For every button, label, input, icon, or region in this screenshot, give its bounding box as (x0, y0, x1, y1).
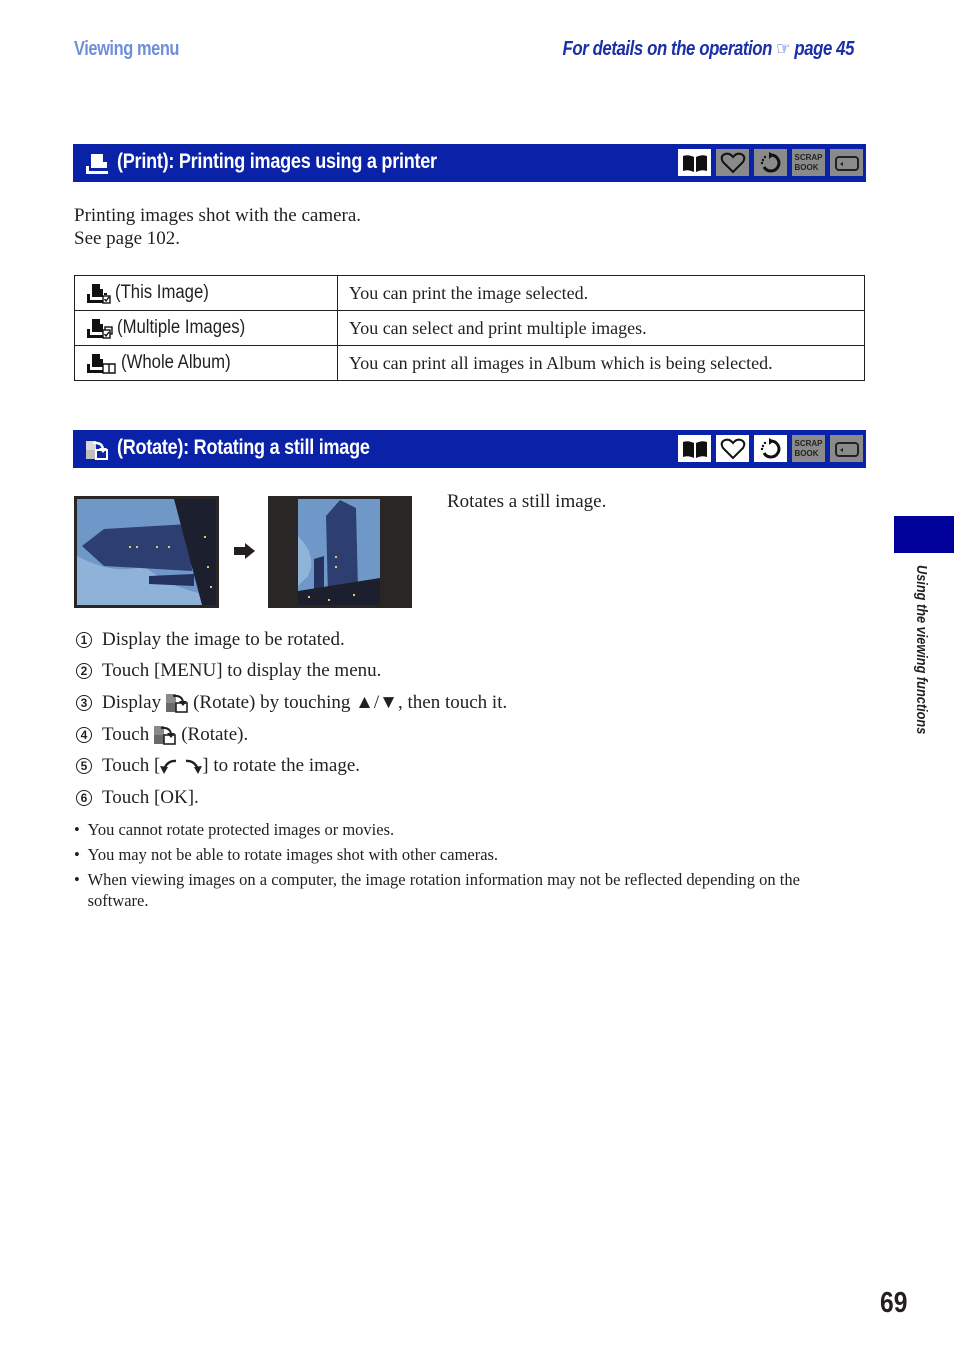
print-whole-album-icon (87, 354, 116, 374)
step: 5 Touch [ ] to rotate the image. (76, 750, 507, 782)
step-number: 1 (76, 631, 92, 648)
step: 1 Display the image to be rotated. (76, 624, 507, 656)
option-cell: (Multiple Images) (74, 310, 338, 346)
step: 4 Touch (Rotate). (76, 719, 507, 751)
internal-memory-mode-icon (830, 149, 863, 176)
print-icon (86, 154, 108, 174)
print-section-title: (Print): Printing images using a printer (117, 150, 437, 173)
print-options-table: (This Image) You can print the image sel… (74, 275, 865, 381)
note-item: • You may not be able to rotate images sh… (74, 844, 840, 865)
option-description: You can print the image selected. (337, 275, 865, 311)
option-cell: (Whole Album) (74, 345, 338, 381)
print-section-bar: (Print): Printing images using a printer… (73, 144, 866, 182)
option-label: (This Image) (115, 282, 209, 303)
favorites-mode-icon (716, 149, 749, 176)
table-row: (This Image) You can print the image sel… (74, 275, 865, 311)
internal-memory-mode-icon (830, 435, 863, 462)
print-multiple-images-icon (87, 319, 113, 339)
note-item: • When viewing images on a computer, the … (74, 869, 840, 911)
step-text-post: (Rotate) by touching ▲/▼, then touch it. (193, 691, 508, 713)
step-number: 4 (76, 726, 92, 743)
note-text: You may not be able to rotate images sho… (87, 845, 499, 864)
rotate-icon (166, 693, 188, 713)
album-mode-icon (678, 149, 711, 176)
page-number: 69 (880, 1287, 908, 1319)
rotate-steps: 1 Display the image to be rotated. 2 Tou… (76, 624, 507, 814)
step-text-post: ] to rotate the image. (202, 755, 361, 777)
pointing-hand-icon: ☞ (776, 39, 791, 60)
chapter-label: Using the viewing functions (912, 565, 932, 795)
rotate-section-bar: (Rotate): Rotating a still image SCRAP BO… (73, 430, 866, 468)
step-number: 6 (76, 789, 92, 806)
favorites-mode-icon (716, 435, 749, 462)
original-image-thumbnail (74, 496, 219, 608)
step-text-pre: Touch (102, 723, 150, 745)
album-mode-icon (678, 435, 711, 462)
step-number: 3 (76, 694, 92, 711)
step: 3 Display (Rotate) by touching ▲/▼, then… (76, 687, 507, 719)
rotate-left-right-arrows-icon (160, 759, 203, 775)
step-text-pre: Touch [ (102, 755, 161, 777)
details-page-link[interactable]: page 45 (794, 38, 854, 60)
note-item: • You cannot rotate protected images or m… (74, 819, 840, 840)
option-label: (Whole Album) (121, 352, 231, 373)
option-label: (Multiple Images) (117, 317, 246, 338)
details-reference[interactable]: For details on the operation ☞ page 45 (562, 38, 855, 61)
step-text-post: (Rotate). (181, 723, 249, 745)
print-this-image-icon (87, 284, 111, 304)
rotate-icon (86, 441, 108, 460)
bullet-icon: • (74, 820, 80, 839)
step-number: 2 (76, 663, 92, 680)
print-intro: Printing images shot with the camera. Se… (74, 204, 361, 250)
note-text: You cannot rotate protected images or mo… (87, 820, 395, 839)
step-number: 5 (76, 758, 92, 775)
print-intro-line1: Printing images shot with the camera. (74, 205, 362, 226)
option-description: You can print all images in Album which … (337, 345, 865, 381)
bullet-icon: • (74, 845, 80, 864)
step-text-pre: Display (102, 691, 162, 713)
chapter-tab-marker (894, 516, 954, 553)
table-row: (Whole Album) You can print all images i… (74, 345, 865, 381)
note-text: When viewing images on a computer, the i… (87, 870, 800, 910)
print-intro-line2: See page 102. (74, 228, 181, 249)
step: 6 Touch [OK]. (76, 782, 507, 814)
option-cell: (This Image) (74, 275, 338, 311)
step-text: Touch [OK]. (102, 786, 199, 808)
mode-icons: SCRAP BOOK (678, 435, 863, 462)
history-mode-icon (754, 435, 787, 462)
rotate-notes: • You cannot rotate protected images or m… (74, 819, 840, 915)
scrapbook-mode-icon: SCRAP BOOK (792, 435, 825, 462)
rotate-section-title: (Rotate): Rotating a still image (117, 436, 370, 459)
right-arrow-icon (234, 543, 255, 559)
step: 2 Touch [MENU] to display the menu. (76, 656, 507, 688)
chapter-label-text: Using the viewing functions (913, 565, 930, 735)
option-description: You can select and print multiple images… (337, 310, 865, 346)
rotate-description: Rotates a still image. (447, 491, 607, 512)
bullet-icon: • (74, 870, 80, 889)
step-text: Display the image to be rotated. (102, 628, 345, 650)
rotated-image-thumbnail (268, 496, 412, 608)
history-mode-icon (754, 149, 787, 176)
step-text: Touch [MENU] to display the menu. (102, 660, 382, 682)
mode-icons: SCRAP BOOK (678, 149, 863, 176)
rotate-icon (154, 725, 177, 745)
section-heading: Viewing menu (74, 38, 180, 60)
table-row: (Multiple Images) You can select and pri… (74, 310, 865, 346)
scrapbook-mode-icon: SCRAP BOOK (792, 149, 825, 176)
details-prefix: For details on the operation (562, 38, 773, 60)
